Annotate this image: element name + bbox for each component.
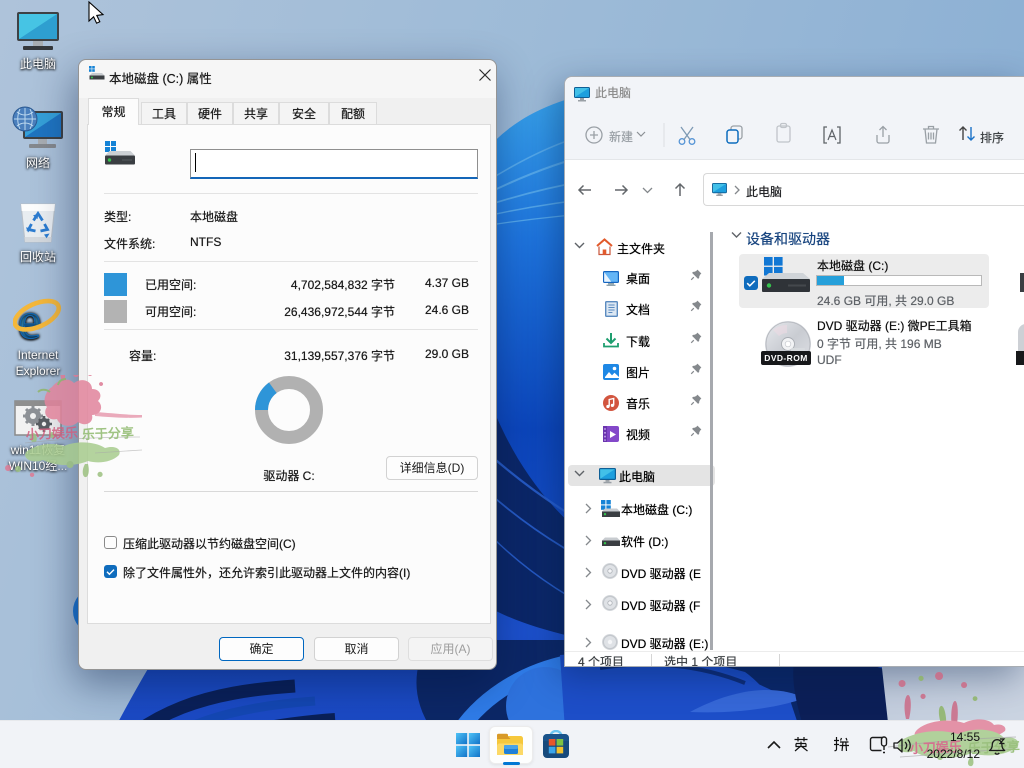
svg-text:乐于分享: 乐于分享 [82, 425, 135, 442]
svg-text:小刀娱乐: 小刀娱乐 [26, 425, 79, 442]
